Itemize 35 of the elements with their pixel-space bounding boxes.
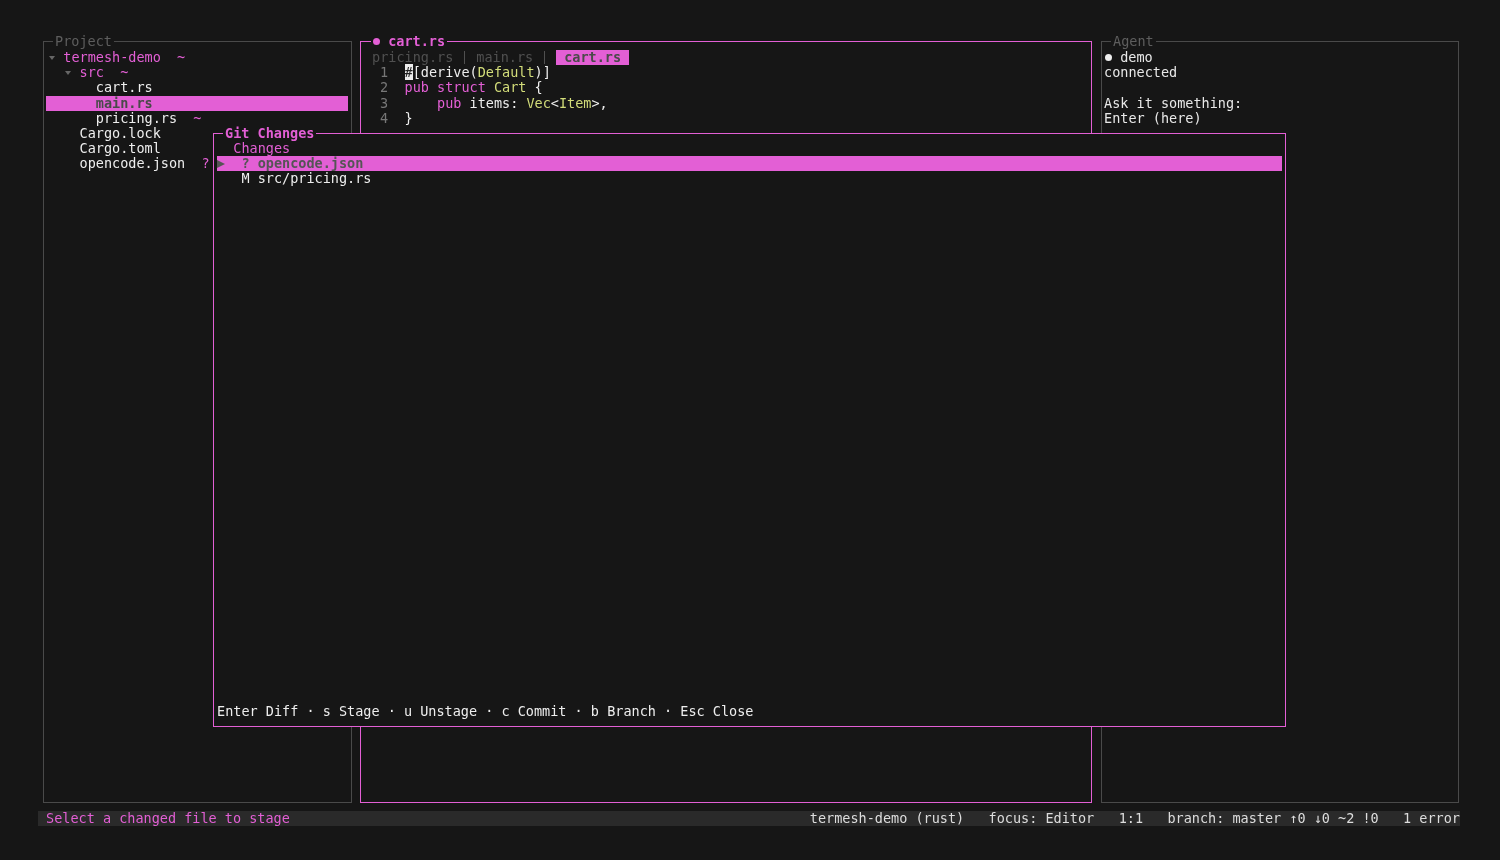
panel-title: Project bbox=[53, 34, 114, 50]
dialog-title: Git Changes bbox=[223, 126, 317, 142]
key-hints: Enter Diff · s Stage · u Unstage · c Commit · b Branch · Esc Close bbox=[217, 703, 755, 719]
tree-item[interactable]: pricing.rs ~ bbox=[46, 110, 348, 126]
agent-name: demo bbox=[1120, 50, 1153, 66]
prompt-label: Ask it something: bbox=[1104, 95, 1244, 111]
agent-status: connected bbox=[1104, 65, 1179, 81]
line-number: 1 bbox=[380, 65, 389, 81]
line-number: 2 bbox=[379, 80, 389, 96]
section-heading: Changes bbox=[232, 141, 291, 156]
tree-item[interactable]: termesh-demo ~ bbox=[46, 50, 348, 66]
status-marker: ? bbox=[201, 156, 210, 172]
prompt-input[interactable]: Enter (here) bbox=[1104, 110, 1458, 126]
status-marker: ~ bbox=[193, 110, 202, 126]
status-marker: ~ bbox=[120, 65, 129, 81]
status-item: 1 error bbox=[1403, 811, 1460, 827]
status-item: branch: master ↑0 ↓0 ~2 !0 bbox=[1167, 811, 1379, 827]
status-dot-icon bbox=[1105, 54, 1112, 62]
code-line: pub struct Cart { bbox=[404, 80, 543, 96]
tree-item[interactable]: cart.rs bbox=[46, 80, 348, 96]
line-number: 3 bbox=[379, 95, 389, 111]
status-marker: ~ bbox=[177, 50, 186, 66]
pointer-triangle-icon bbox=[217, 159, 225, 168]
code-line: pub items: Vec<Item>, bbox=[436, 95, 608, 111]
tree-item[interactable]: src ~ bbox=[46, 65, 348, 81]
panel-title: Agent bbox=[1111, 34, 1156, 50]
line-number: 4 bbox=[379, 110, 389, 126]
status-item: 1:1 bbox=[1118, 811, 1143, 827]
status-item: focus: Editor bbox=[988, 811, 1095, 827]
status-message: Select a changed file to stage bbox=[46, 811, 290, 827]
code-line: } bbox=[404, 110, 413, 126]
status-item: termesh-demo (rust) bbox=[809, 811, 965, 827]
changed-file-item[interactable]: M src/pricing.rs bbox=[217, 171, 1282, 187]
expand-triangle-icon[interactable] bbox=[65, 69, 72, 76]
expand-triangle-icon[interactable] bbox=[49, 54, 55, 61]
